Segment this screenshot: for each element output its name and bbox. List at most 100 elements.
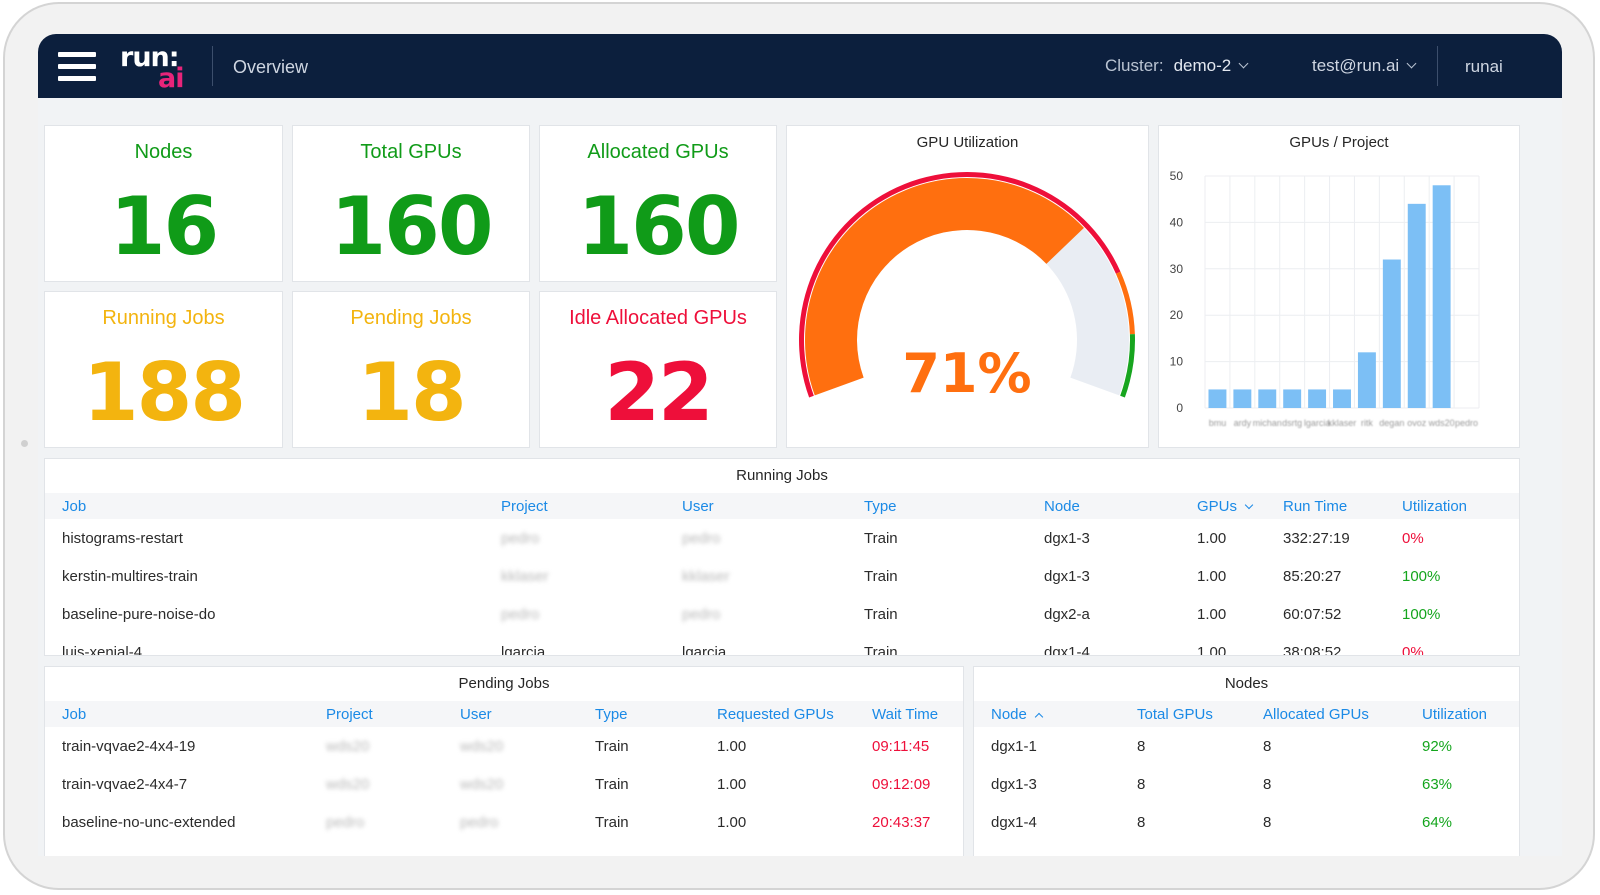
running-jobs-panel: Running Jobs Job Project User Type Node … xyxy=(44,458,1520,656)
cell-type: Train xyxy=(595,737,629,755)
divider xyxy=(1437,46,1438,86)
pending-jobs-panel: Pending Jobs Job Project User Type Reque… xyxy=(44,666,964,856)
top-bar: run: ai Overview Cluster: demo-2 test@run… xyxy=(38,34,1562,98)
stat-title: Pending Jobs xyxy=(350,307,472,329)
bar xyxy=(1258,389,1277,408)
runai-logo[interactable]: run: ai xyxy=(120,42,188,94)
column-header-utilization[interactable]: Utilization xyxy=(1422,701,1519,727)
cell-requested-gpus: 1.00 xyxy=(717,737,747,755)
stat-value: 188 xyxy=(83,346,246,439)
y-tick-label: 10 xyxy=(1170,355,1184,369)
table-row[interactable]: histograms-restart pedro pedro Train dgx… xyxy=(45,519,1519,557)
cell-user: lgarcia xyxy=(682,643,727,656)
stat-nodes: Nodes 16 xyxy=(44,125,283,282)
cell-project: kklaser xyxy=(501,567,549,585)
cluster-label: Cluster: xyxy=(1105,56,1164,75)
column-header-user[interactable]: User xyxy=(460,701,595,727)
table-row[interactable]: train-vqvae2-4x4-19 wds20 wds20 Train 1.… xyxy=(45,727,963,765)
cell-node: dgx1-3 xyxy=(991,775,1037,793)
user-email: test@run.ai xyxy=(1312,56,1400,75)
pending-jobs-table: Job Project User Type Requested GPUs Wai… xyxy=(45,701,963,841)
x-tick-label: michan xyxy=(1253,418,1282,428)
stat-value: 160 xyxy=(330,180,494,273)
table-row[interactable]: baseline-no-unc-extended pedro pedro Tra… xyxy=(45,803,963,841)
cell-type: Train xyxy=(595,813,629,831)
cell-user: pedro xyxy=(682,529,721,547)
cell-gpus: 1.00 xyxy=(1197,529,1227,547)
cell-total-gpus: 8 xyxy=(1137,737,1146,755)
cell-wait-time: 09:11:45 xyxy=(872,737,930,755)
cell-type: Train xyxy=(864,567,898,585)
cell-total-gpus: 8 xyxy=(1137,775,1146,793)
cell-type: Train xyxy=(595,775,629,793)
page-title: Overview xyxy=(233,57,309,77)
column-header-node[interactable]: Node xyxy=(974,701,1137,727)
cell-project: wds20 xyxy=(326,737,370,755)
bar xyxy=(1357,352,1376,408)
cell-allocated-gpus: 8 xyxy=(1263,775,1272,793)
bar xyxy=(1333,389,1351,408)
cluster-value: demo-2 xyxy=(1173,56,1232,75)
x-tick-label: ardy xyxy=(1234,418,1252,428)
cluster-selector[interactable]: Cluster: demo-2 xyxy=(1105,56,1249,76)
column-header-job[interactable]: Job xyxy=(45,493,501,519)
column-header-project[interactable]: Project xyxy=(501,493,682,519)
column-header-label: GPUs xyxy=(1197,497,1238,515)
cell-project: pedro xyxy=(501,605,540,623)
column-header-run-time[interactable]: Run Time xyxy=(1283,493,1402,519)
user-menu[interactable]: test@run.ai xyxy=(1312,56,1417,76)
column-header-total-gpus[interactable]: Total GPUs xyxy=(1137,701,1263,727)
x-tick-label: ovoz xyxy=(1407,418,1427,428)
x-tick-label: dsrtg xyxy=(1282,418,1302,428)
cell-run-time: 332:27:19 xyxy=(1283,529,1350,547)
column-header-allocated-gpus[interactable]: Allocated GPUs xyxy=(1263,701,1422,727)
column-header-gpus[interactable]: GPUs xyxy=(1197,493,1283,519)
cell-utilization: 0% xyxy=(1402,529,1424,547)
column-header-wait-time[interactable]: Wait Time xyxy=(872,701,963,727)
table-row[interactable]: kerstin-multires-train kklaser kklaser T… xyxy=(45,557,1519,595)
table-row[interactable]: train-vqvae2-4x4-7 wds20 wds20 Train 1.0… xyxy=(45,765,963,803)
column-header-user[interactable]: User xyxy=(682,493,864,519)
sort-ascending-icon xyxy=(1034,712,1044,721)
panel-title: Running Jobs xyxy=(736,467,828,484)
x-tick-label: wds20 xyxy=(1428,418,1455,428)
cell-job: baseline-pure-noise-do xyxy=(62,605,216,623)
gauge-value-label: 71% xyxy=(902,342,1031,405)
cell-node: dgx1-1 xyxy=(991,737,1037,755)
cell-user: pedro xyxy=(682,605,721,623)
cell-job: luis-xenial-4 xyxy=(62,643,143,656)
x-tick-label: bmu xyxy=(1209,418,1227,428)
cell-job: train-vqvae2-4x4-19 xyxy=(62,737,196,755)
stat-title: Nodes xyxy=(134,141,193,163)
column-header-node[interactable]: Node xyxy=(1044,493,1197,519)
column-header-job[interactable]: Job xyxy=(45,701,326,727)
cell-run-time: 38:08:52 xyxy=(1283,643,1342,656)
column-header-utilization[interactable]: Utilization xyxy=(1402,493,1519,519)
menu-icon[interactable] xyxy=(58,50,98,82)
cell-type: Train xyxy=(864,529,898,547)
stat-idle-allocated-gpus: Idle Allocated GPUs 22 xyxy=(539,291,777,448)
cell-node: dgx1-3 xyxy=(1044,529,1090,547)
camera-dot xyxy=(21,440,28,447)
cell-run-time: 85:20:27 xyxy=(1283,567,1342,585)
stat-title: Running Jobs xyxy=(102,307,225,329)
table-header: Node Total GPUs Allocated GPUs Utilizati… xyxy=(974,701,1519,727)
column-header-requested-gpus[interactable]: Requested GPUs xyxy=(717,701,872,727)
table-row[interactable]: dgx1-1 8 8 92% xyxy=(974,727,1519,765)
column-header-type[interactable]: Type xyxy=(595,701,717,727)
stat-allocated-gpus: Allocated GPUs 160 xyxy=(539,125,777,282)
table-row[interactable]: dgx1-3 8 8 63% xyxy=(974,765,1519,803)
cell-node: dgx1-4 xyxy=(1044,643,1090,656)
divider xyxy=(212,46,213,86)
cell-requested-gpus: 1.00 xyxy=(717,775,747,793)
cell-utilization: 92% xyxy=(1422,737,1453,755)
account-name[interactable]: runai xyxy=(1465,57,1503,77)
table-row[interactable]: luis-xenial-4 lgarcia lgarcia Train dgx1… xyxy=(45,633,1519,656)
column-header-project[interactable]: Project xyxy=(326,701,460,727)
cell-job: histograms-restart xyxy=(62,529,183,547)
table-row[interactable]: baseline-pure-noise-do pedro pedro Train… xyxy=(45,595,1519,633)
bar xyxy=(1382,259,1401,408)
table-row[interactable]: dgx1-4 8 8 64% xyxy=(974,803,1519,841)
column-header-type[interactable]: Type xyxy=(864,493,1044,519)
y-tick-label: 20 xyxy=(1170,308,1184,322)
